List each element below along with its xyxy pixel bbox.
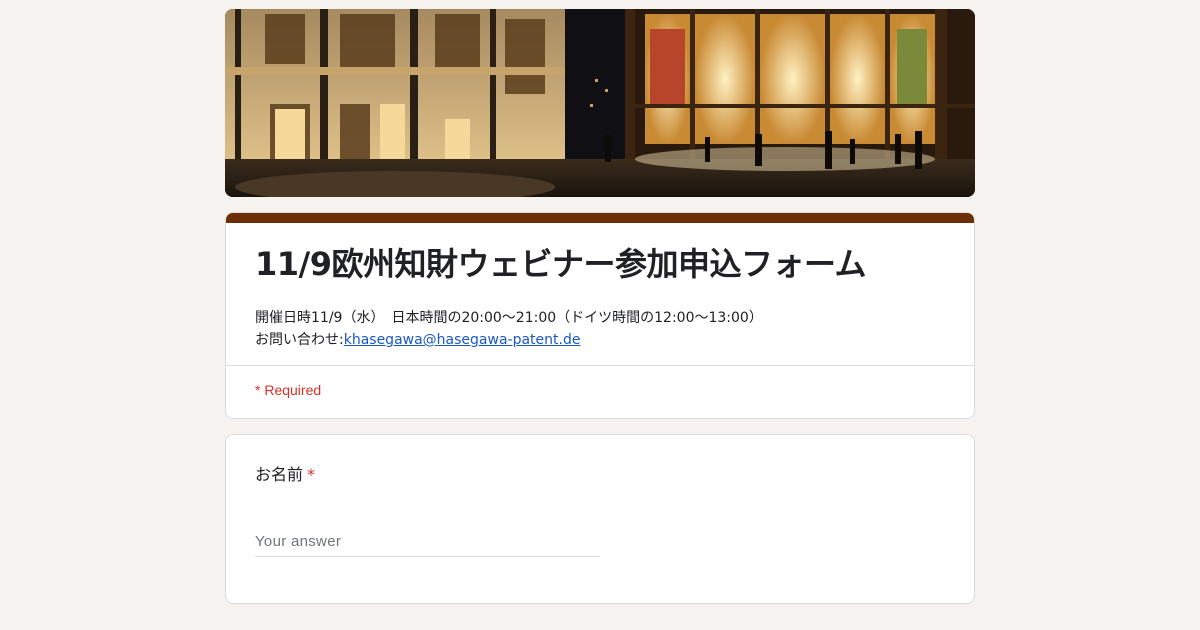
contact-line: お問い合わせ:khasegawa@hasegawa-patent.de <box>255 329 945 351</box>
contact-prefix: お問い合わせ: <box>255 332 344 348</box>
form-column: 11/9欧州知財ウェビナー参加申込フォーム 開催日時11/9（水） 日本時間の2… <box>225 9 975 604</box>
form-page: 11/9欧州知財ウェビナー参加申込フォーム 開催日時11/9（水） 日本時間の2… <box>0 0 1200 630</box>
question-card-name: お名前 * Your answer <box>225 434 975 604</box>
theater-photo <box>225 9 975 197</box>
event-datetime-text: 開催日時11/9（水） 日本時間の20:00～21:00（ドイツ時間の12:00… <box>255 310 763 326</box>
theme-accent-bar <box>226 213 974 223</box>
header-banner-image <box>225 9 975 197</box>
required-note: * Required <box>255 382 322 398</box>
required-asterisk: * <box>307 465 316 484</box>
form-header-body: 11/9欧州知財ウェビナー参加申込フォーム 開催日時11/9（水） 日本時間の2… <box>226 223 974 365</box>
form-description: 開催日時11/9（水） 日本時間の20:00～21:00（ドイツ時間の12:00… <box>255 307 945 351</box>
question-label: お名前 * <box>255 463 945 487</box>
question-label-text: お名前 <box>255 465 304 484</box>
name-answer-input[interactable]: Your answer <box>255 533 600 557</box>
contact-email-link[interactable]: khasegawa@hasegawa-patent.de <box>344 332 581 348</box>
form-title: 11/9欧州知財ウェビナー参加申込フォーム <box>255 245 867 283</box>
form-header-card: 11/9欧州知財ウェビナー参加申込フォーム 開催日時11/9（水） 日本時間の2… <box>225 212 975 419</box>
